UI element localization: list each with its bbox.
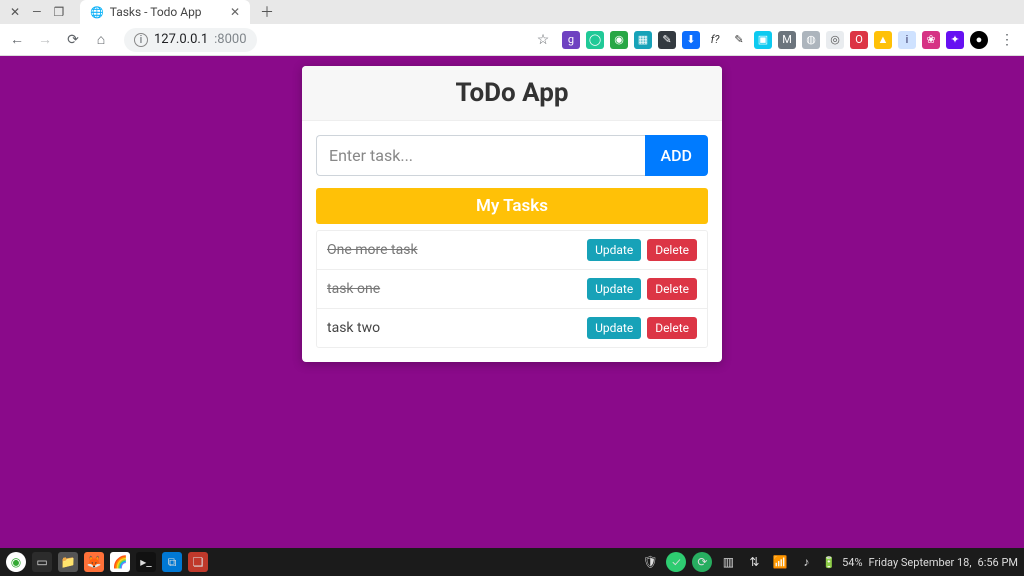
- page-body: ToDo App ADD My Tasks One more task Updat…: [0, 56, 1024, 548]
- delete-button[interactable]: Delete: [647, 239, 697, 261]
- tab-title: Tasks - Todo App: [110, 5, 202, 19]
- tasks-heading: My Tasks: [316, 188, 708, 224]
- browser-tab[interactable]: 🌐 Tasks - Todo App ✕: [80, 0, 250, 24]
- info-icon[interactable]: i: [134, 33, 148, 47]
- extension-icon[interactable]: f?: [706, 31, 724, 49]
- close-icon[interactable]: ✕: [10, 5, 20, 19]
- task-row: task two Update Delete: [317, 309, 707, 347]
- extension-icon[interactable]: ◉: [610, 31, 628, 49]
- task-row: One more task Update Delete: [317, 231, 707, 270]
- extension-icon[interactable]: ❀: [922, 31, 940, 49]
- taskbar-app-icon[interactable]: ▭: [32, 552, 52, 572]
- task-input[interactable]: [316, 135, 645, 176]
- task-text: task one: [327, 281, 581, 297]
- update-button[interactable]: Update: [587, 278, 641, 300]
- delete-button[interactable]: Delete: [647, 278, 697, 300]
- new-tab-button[interactable]: ＋: [250, 2, 284, 22]
- extension-icon[interactable]: ●: [970, 31, 988, 49]
- task-text: One more task: [327, 242, 581, 258]
- extension-icon[interactable]: ✎: [658, 31, 676, 49]
- start-menu-icon[interactable]: ◉: [6, 552, 26, 572]
- task-list: One more task Update Delete task one Update D…: [316, 230, 708, 348]
- chrome-icon[interactable]: 🌈: [110, 552, 130, 572]
- minimize-icon[interactable]: —: [32, 5, 41, 19]
- extension-icon[interactable]: ◎: [826, 31, 844, 49]
- files-icon[interactable]: 📁: [58, 552, 78, 572]
- shield-icon[interactable]: 🛡: [640, 552, 660, 572]
- vscode-icon[interactable]: ⧉: [162, 552, 182, 572]
- wifi-icon[interactable]: 📶: [770, 552, 790, 572]
- delete-button[interactable]: Delete: [647, 317, 697, 339]
- back-button[interactable]: ←: [8, 31, 26, 48]
- update-button[interactable]: Update: [587, 239, 641, 261]
- extension-icon[interactable]: M: [778, 31, 796, 49]
- extension-icon[interactable]: ◯: [586, 31, 604, 49]
- extension-icon[interactable]: ▦: [634, 31, 652, 49]
- task-row: task one Update Delete: [317, 270, 707, 309]
- battery-percent: 54%: [842, 556, 862, 569]
- star-icon[interactable]: ☆: [534, 32, 552, 48]
- url-port: :8000: [214, 32, 246, 47]
- reload-button[interactable]: ⟳: [64, 32, 82, 48]
- battery-icon[interactable]: 🔋: [822, 556, 836, 569]
- extension-icon[interactable]: ▣: [754, 31, 772, 49]
- extension-icon[interactable]: ✦: [946, 31, 964, 49]
- forward-button[interactable]: →: [36, 31, 54, 48]
- taskbar-app-icon[interactable]: ❏: [188, 552, 208, 572]
- menu-icon[interactable]: ⋮: [998, 32, 1016, 48]
- add-button[interactable]: ADD: [645, 135, 709, 176]
- extension-icon[interactable]: ◍: [802, 31, 820, 49]
- extension-icon[interactable]: i: [898, 31, 916, 49]
- update-button[interactable]: Update: [587, 317, 641, 339]
- network-icon[interactable]: ⇅: [744, 552, 764, 572]
- time-label: 6:56 PM: [978, 556, 1018, 569]
- tab-close-icon[interactable]: ✕: [230, 5, 240, 19]
- home-button[interactable]: ⌂: [92, 31, 110, 48]
- address-bar[interactable]: i 127.0.0.1 :8000: [124, 28, 257, 52]
- gpu-icon[interactable]: ▥: [718, 552, 738, 572]
- extension-icon[interactable]: g: [562, 31, 580, 49]
- firefox-icon[interactable]: 🦊: [84, 552, 104, 572]
- extension-icon[interactable]: ▲: [874, 31, 892, 49]
- extensions-tray: g ◯ ◉ ▦ ✎ ⬇ f? ✎ ▣ M ◍ ◎ O ▲ i ❀ ✦ ●: [562, 31, 988, 49]
- extension-icon[interactable]: O: [850, 31, 868, 49]
- sound-icon[interactable]: ♪: [796, 552, 816, 572]
- terminal-icon[interactable]: ▸_: [136, 552, 156, 572]
- status-ok-icon[interactable]: ✓: [666, 552, 686, 572]
- extension-icon[interactable]: ✎: [730, 31, 748, 49]
- app-title: ToDo App: [302, 78, 722, 108]
- extension-icon[interactable]: ⬇: [682, 31, 700, 49]
- todo-card: ToDo App ADD My Tasks One more task Updat…: [302, 66, 722, 362]
- date-label: Friday September 18,: [869, 556, 972, 569]
- globe-icon: 🌐: [90, 6, 104, 19]
- task-text: task two: [327, 320, 581, 336]
- maximize-icon[interactable]: ❐: [53, 5, 64, 19]
- url-host: 127.0.0.1: [154, 32, 208, 47]
- update-icon[interactable]: ⟳: [692, 552, 712, 572]
